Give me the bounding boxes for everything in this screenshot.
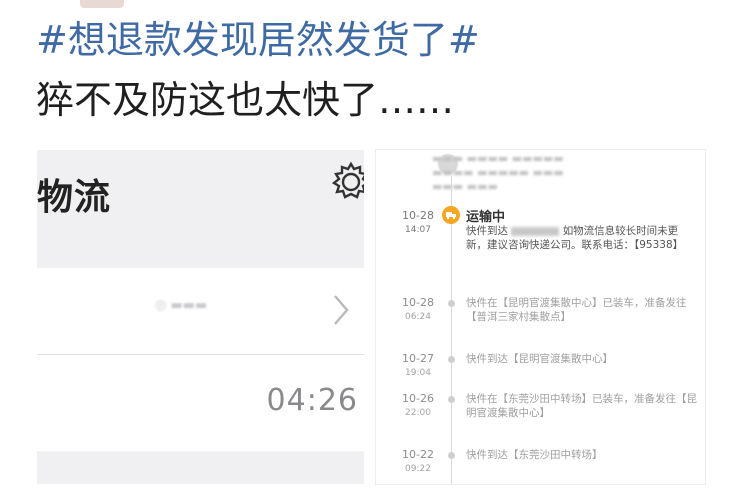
- event-date: 10-28: [402, 296, 434, 309]
- event-text: 快件到达【东莞沙田中转场】: [466, 449, 603, 461]
- event-time: 09:22: [405, 464, 431, 474]
- left-bottom-area: [37, 452, 364, 484]
- event-date: 10-26: [402, 392, 434, 405]
- timeline-dot: [448, 300, 455, 307]
- event-text: 快件在【东莞沙田中转场】已装车，准备发往【昆明官渡集散中心】: [466, 393, 697, 419]
- time-row: 04:26: [37, 355, 364, 451]
- event-time: 19:04: [405, 368, 431, 378]
- event-time: 22:00: [405, 408, 431, 418]
- truck-icon: [442, 206, 460, 224]
- event-date: 10-22: [402, 448, 434, 461]
- event-time: 14:07: [405, 225, 431, 235]
- timeline-dot: [448, 356, 455, 363]
- event-text-prefix: 快件到达: [466, 225, 508, 237]
- logistics-header: 物流: [37, 150, 364, 269]
- chevron-right-icon[interactable]: [327, 290, 355, 330]
- avatar: [80, 0, 124, 8]
- event-text: 快件到达 如物流信息较长时间未更新，建议咨询快递公司。联系电话：【95338】: [466, 224, 698, 252]
- event-time: 06:24: [405, 312, 431, 322]
- left-screenshot: 物流 ◎ ▬▬▬ 04:26: [37, 150, 364, 484]
- gear-icon[interactable]: [329, 160, 364, 204]
- blurred-header: ▬▬▬ ▬▬▬▬ ▬▬▬▬▬ ▬▬▬▬ ▬▬▬▬▬ ▬▬▬ ▬▬▬ ▬▬▬: [432, 152, 564, 193]
- redaction: [511, 226, 560, 236]
- right-screenshot: ▬▬▬ ▬▬▬▬ ▬▬▬▬▬ ▬▬▬▬ ▬▬▬▬▬ ▬▬▬ ▬▬▬ ▬▬▬ 10-2…: [376, 150, 705, 484]
- weibo-watermark-icon: ◎ ▬▬▬: [155, 298, 208, 313]
- timeline-dot: [448, 452, 455, 459]
- post-hashtag[interactable]: #想退款发现居然发货了#: [36, 16, 480, 64]
- time-label: 04:26: [266, 383, 358, 418]
- logistics-row[interactable]: ◎ ▬▬▬: [37, 268, 364, 355]
- event-date: 10-27: [402, 352, 434, 365]
- event-text: 快件到达【昆明官渡集散中心】: [466, 353, 613, 365]
- event-date: 10-28: [402, 209, 434, 222]
- event-status: 运输中: [466, 210, 506, 225]
- post-caption: 猝不及防这也太快了……: [36, 78, 455, 122]
- event-text: 快件在【昆明官渡集散中心】已装车，准备发往【普洱三家村集散点】: [466, 297, 687, 323]
- logistics-title: 物流: [37, 177, 112, 218]
- timeline-dot: [448, 396, 455, 403]
